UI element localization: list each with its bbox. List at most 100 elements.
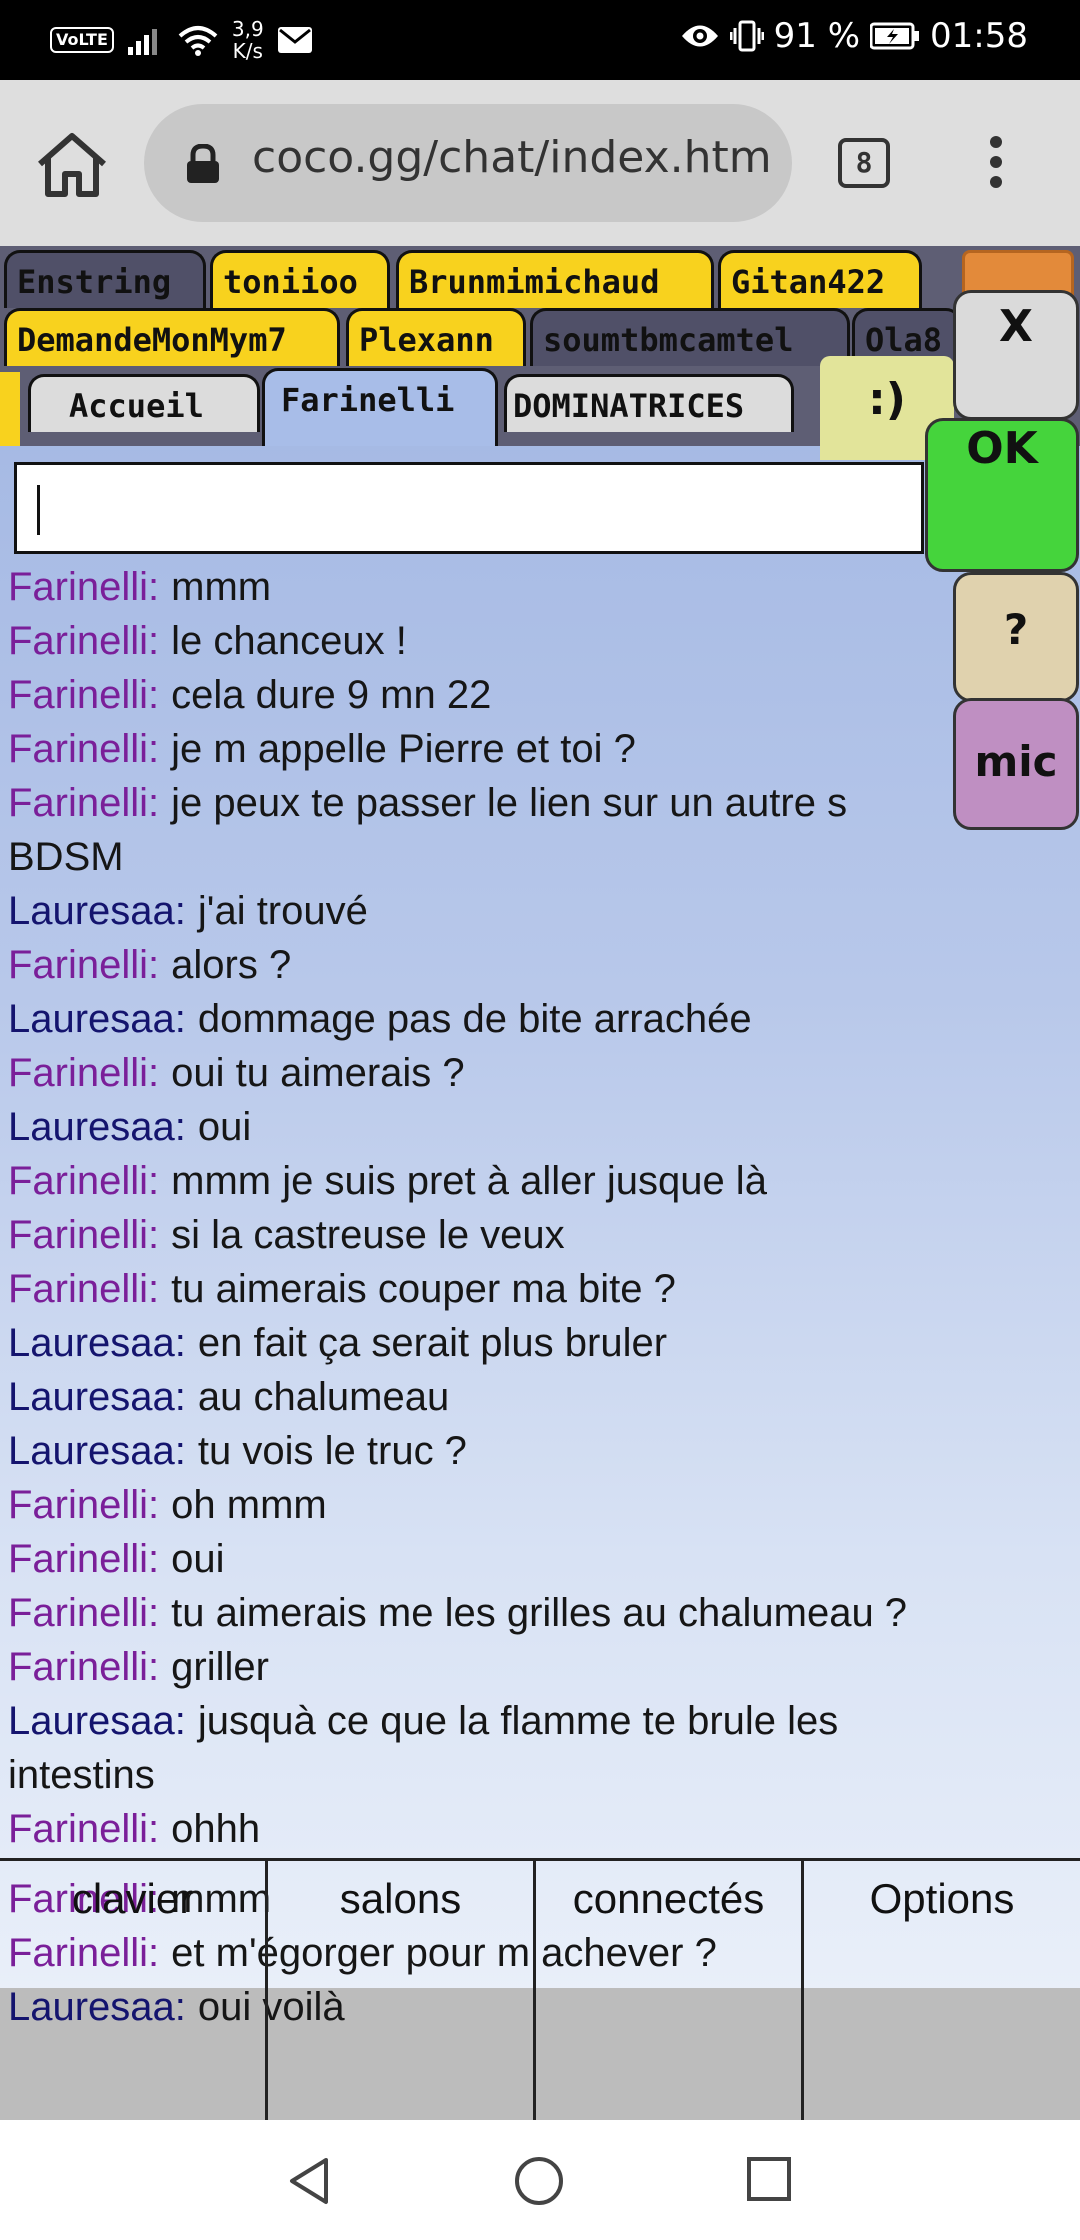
chat-message: Farinelli: je peux te passer le lien sur … xyxy=(8,776,1078,830)
message-author[interactable]: Farinelli: xyxy=(8,727,159,771)
text-caret xyxy=(37,485,40,535)
chat-message: Lauresaa: oui xyxy=(8,1100,1078,1154)
help-button[interactable]: ? xyxy=(953,572,1079,702)
message-text: tu aimerais me les grilles au chalumeau … xyxy=(171,1591,908,1635)
menu-icon[interactable] xyxy=(984,136,1008,192)
message-input[interactable] xyxy=(14,462,924,554)
status-right: 91 % 01:58 xyxy=(680,16,1028,56)
battery-icon xyxy=(870,22,920,50)
back-icon[interactable] xyxy=(286,2156,334,2206)
tab-accueil[interactable]: Accueil xyxy=(28,374,260,432)
tab-gitan422[interactable]: Gitan422 xyxy=(718,250,922,308)
web-content: Enstring toniioo Brunmimichaud Gitan422 … xyxy=(0,246,1080,2120)
home-circle-icon[interactable] xyxy=(514,2156,564,2206)
message-text: je m appelle Pierre et toi ? xyxy=(171,727,636,771)
wifi-icon xyxy=(178,26,218,56)
message-author[interactable]: Farinelli: xyxy=(8,1537,159,1581)
message-author[interactable]: Lauresaa: xyxy=(8,1699,186,1743)
chat-message: BDSM xyxy=(8,830,1078,884)
bottom-nav: Farinelli: mmm Farinelli: et m'égorger pour… xyxy=(0,1858,1080,2120)
chat-message: Farinelli: oh mmm xyxy=(8,1478,1078,1532)
tab-brunmimichaud[interactable]: Brunmimichaud xyxy=(396,250,714,308)
ok-button[interactable]: OK xyxy=(925,418,1079,572)
chat-message: intestins xyxy=(8,1748,1078,1802)
message-author[interactable]: Lauresaa: xyxy=(8,889,186,933)
message-author[interactable]: Farinelli: xyxy=(8,1051,159,1095)
tab-toniioo[interactable]: toniioo xyxy=(210,250,390,308)
tab-demandemonmym7[interactable]: DemandeMonMym7 xyxy=(4,308,340,366)
message-text: j'ai trouvé xyxy=(197,889,368,933)
status-bar: VoLTE 3,9 K/s 91 % 01:58 xyxy=(0,0,1080,80)
message-text: au chalumeau xyxy=(197,1375,450,1419)
message-author[interactable]: Farinelli: xyxy=(8,673,159,717)
chat-log: Farinelli: mmm Farinelli: le chanceux ! Fari… xyxy=(8,560,1078,1856)
chat-message: Lauresaa: dommage pas de bite arrachée xyxy=(8,992,1078,1046)
message-author[interactable]: Lauresaa: xyxy=(8,1321,186,1365)
message-text: mmm xyxy=(171,565,272,609)
tab-dominatrices[interactable]: DOMINATRICES xyxy=(504,374,794,432)
chat-message: Lauresaa: j'ai trouvé xyxy=(8,884,1078,938)
message-text: tu aimerais couper ma bite ? xyxy=(171,1267,676,1311)
message-author[interactable]: Farinelli: xyxy=(8,1159,159,1203)
nav-salons-button[interactable]: salons xyxy=(268,1861,536,2120)
message-text: oui xyxy=(197,1105,252,1149)
message-author[interactable]: Farinelli: xyxy=(8,1483,159,1527)
tab-switcher-button[interactable]: 8 xyxy=(838,138,890,188)
net-speed: 3,9 K/s xyxy=(232,18,264,62)
message-author[interactable]: Farinelli: xyxy=(8,1591,159,1635)
message-author[interactable]: Farinelli: xyxy=(8,781,159,825)
message-text: jusquà ce que la flamme te brule les xyxy=(197,1699,839,1743)
url-text[interactable]: coco.gg/chat/index.htm xyxy=(252,132,772,183)
home-icon[interactable] xyxy=(34,132,110,198)
chat-message: Farinelli: ohhh xyxy=(8,1802,1078,1856)
chat-message: Farinelli: oui xyxy=(8,1532,1078,1586)
tab-farinelli[interactable]: Farinelli xyxy=(262,368,498,446)
chat-message: Lauresaa: tu vois le truc ? xyxy=(8,1424,1078,1478)
message-text: ohhh xyxy=(171,1807,261,1851)
net-speed-unit: K/s xyxy=(232,39,263,63)
message-text: cela dure 9 mn 22 xyxy=(171,673,492,717)
chat-message: Farinelli: mmm xyxy=(8,560,1078,614)
message-author[interactable]: Farinelli: xyxy=(8,619,159,663)
tab-enstring[interactable]: Enstring xyxy=(4,250,206,308)
chat-message: Farinelli: tu aimerais me les grilles au … xyxy=(8,1586,1078,1640)
chat-message: Farinelli: alors ? xyxy=(8,938,1078,992)
nav-connectes-button[interactable]: connectés xyxy=(536,1861,804,2120)
message-text: oui xyxy=(171,1537,225,1581)
mic-button[interactable]: mic xyxy=(953,698,1079,830)
chat-message: Farinelli: je m appelle Pierre et toi ? xyxy=(8,722,1078,776)
battery-percent: 91 % xyxy=(773,16,861,56)
message-text: griller xyxy=(171,1645,269,1689)
message-author[interactable]: Farinelli: xyxy=(8,1807,159,1851)
browser-toolbar: coco.gg/chat/index.htm 8 xyxy=(0,80,1080,246)
message-author[interactable]: Farinelli: xyxy=(8,1645,159,1689)
message-text: intestins xyxy=(8,1753,155,1797)
chat-message: Lauresaa: en fait ça serait plus bruler xyxy=(8,1316,1078,1370)
nav-options-button[interactable]: Options xyxy=(804,1861,1080,2120)
message-text: mmm je suis pret à aller jusque là xyxy=(171,1159,767,1203)
message-author[interactable]: Farinelli: xyxy=(8,565,159,609)
message-author[interactable]: Lauresaa: xyxy=(8,1429,186,1473)
chat-message: Lauresaa: au chalumeau xyxy=(8,1370,1078,1424)
eye-icon xyxy=(681,25,718,47)
address-bar[interactable]: coco.gg/chat/index.htm xyxy=(144,104,792,222)
tab-plexann[interactable]: Plexann xyxy=(346,308,526,366)
chat-message: Farinelli: le chanceux ! xyxy=(8,614,1078,668)
message-author[interactable]: Lauresaa: xyxy=(8,997,186,1041)
message-author[interactable]: Lauresaa: xyxy=(8,1105,186,1149)
close-button[interactable]: X xyxy=(953,290,1079,420)
message-author[interactable]: Farinelli: xyxy=(8,943,159,987)
volte-icon: VoLTE xyxy=(50,27,114,53)
message-text: oui tu aimerais ? xyxy=(171,1051,465,1095)
nav-clavier-button[interactable]: clavier xyxy=(0,1861,268,2120)
lock-icon xyxy=(187,144,219,183)
mail-icon xyxy=(277,27,312,53)
chat-message: Lauresaa: jusquà ce que la flamme te brul… xyxy=(8,1694,1078,1748)
recents-icon[interactable] xyxy=(746,2156,792,2202)
message-text: en fait ça serait plus bruler xyxy=(197,1321,668,1365)
tab-soumtbmcamtel[interactable]: soumtbmcamtel xyxy=(530,308,850,366)
message-author[interactable]: Farinelli: xyxy=(8,1267,159,1311)
message-author[interactable]: Farinelli: xyxy=(8,1213,159,1257)
tab-backdrop xyxy=(0,372,20,446)
message-author[interactable]: Lauresaa: xyxy=(8,1375,186,1419)
